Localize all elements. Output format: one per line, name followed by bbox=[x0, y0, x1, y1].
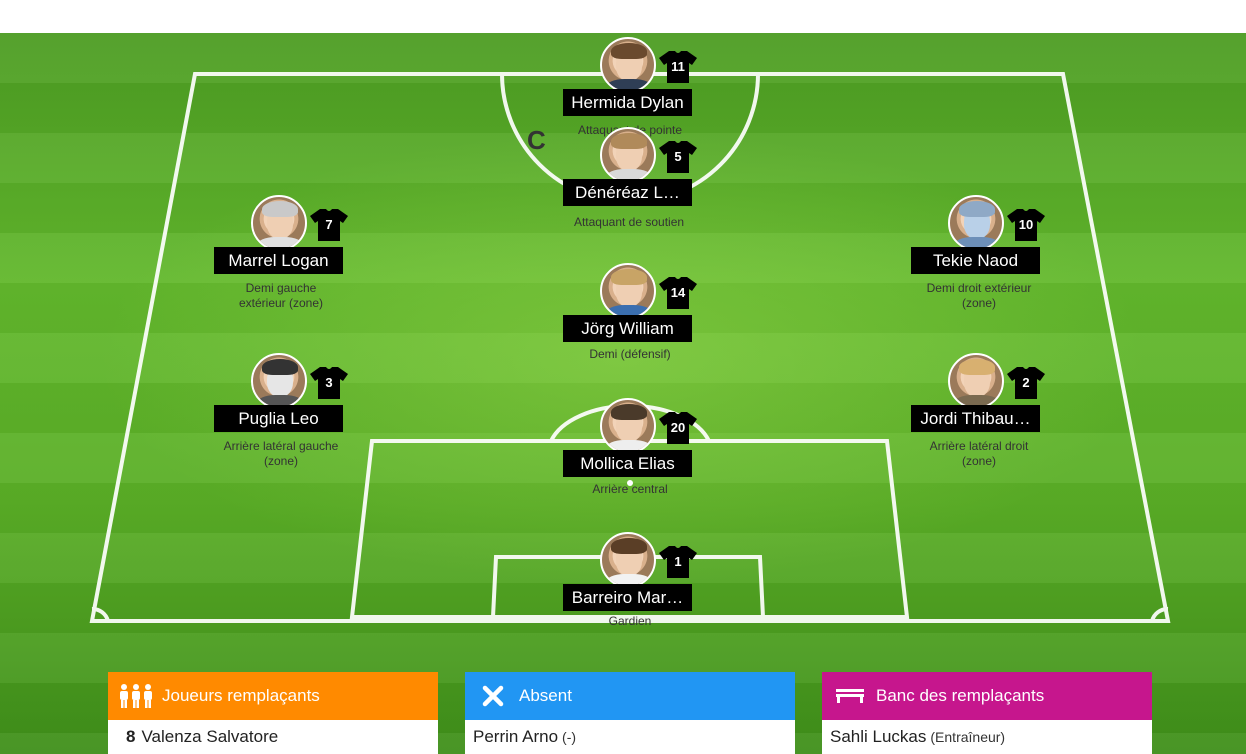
player-card[interactable]: 10 Tekie Naod Demi droit extérieur (zone… bbox=[911, 195, 1051, 310]
player-position: Arrière latéral gauche (zone) bbox=[223, 439, 339, 468]
jersey-icon: 3 bbox=[310, 365, 348, 399]
player-photo bbox=[251, 353, 307, 409]
player-position: Demi (défensif) bbox=[589, 347, 671, 361]
jersey-icon: 1 bbox=[659, 544, 697, 578]
player-position: Gardien bbox=[608, 614, 652, 628]
football-pitch: 11 Hermida Dylan Attaquant de pointe C 5… bbox=[0, 33, 1246, 754]
jersey-number: 10 bbox=[1018, 217, 1034, 232]
bench-title: Banc des remplaçants bbox=[876, 686, 1045, 705]
jersey-number: 14 bbox=[670, 285, 686, 300]
close-icon bbox=[475, 683, 511, 709]
jersey-number: 2 bbox=[1022, 375, 1030, 390]
player-position: Attaquant de soutien bbox=[573, 215, 685, 229]
bench-panel: Banc des remplaçants Sahli Luckas (Entraî… bbox=[822, 672, 1152, 754]
jersey-icon: 10 bbox=[1007, 207, 1045, 241]
jersey-icon: 2 bbox=[1007, 365, 1045, 399]
jersey-number: 7 bbox=[325, 217, 333, 232]
absent-panel: Absent Perrin Arno (-) bbox=[465, 672, 795, 754]
player-photo bbox=[600, 263, 656, 319]
player-name: Hermida Dylan bbox=[563, 89, 692, 116]
player-card[interactable]: C 5 Dénéréaz L… Attaquant de soutien bbox=[527, 125, 703, 237]
player-photo bbox=[600, 127, 656, 183]
bench-icon bbox=[832, 683, 868, 709]
top-bar bbox=[0, 0, 1246, 33]
player-photo bbox=[600, 37, 656, 93]
player-card[interactable]: 20 Mollica Elias Arrière central bbox=[563, 398, 703, 508]
player-card[interactable]: 2 Jordi Thibau… Arrière latéral droit (z… bbox=[911, 353, 1051, 468]
player-card[interactable]: 14 Jörg William Demi (défensif) bbox=[563, 263, 703, 373]
list-item[interactable]: Sahli Luckas (Entraîneur) bbox=[822, 720, 1152, 754]
group-icon bbox=[118, 683, 154, 709]
player-photo bbox=[600, 398, 656, 454]
substitutes-panel: Joueurs remplaçants 8 Valenza Salvatore bbox=[108, 672, 438, 754]
player-position: Demi gauche extérieur (zone) bbox=[238, 281, 324, 310]
substitute-name: Valenza Salvatore bbox=[141, 727, 279, 746]
player-card[interactable]: 7 Marrel Logan Demi gauche extérieur (zo… bbox=[214, 195, 354, 310]
captain-badge: C bbox=[527, 125, 546, 155]
list-item[interactable]: Perrin Arno (-) bbox=[465, 720, 795, 754]
player-position: Demi droit extérieur (zone) bbox=[926, 281, 1032, 310]
jersey-number: 11 bbox=[671, 59, 685, 74]
absent-note: (-) bbox=[562, 729, 577, 745]
jersey-icon: 20 bbox=[659, 410, 697, 444]
player-card[interactable]: 3 Puglia Leo Arrière latéral gauche (zon… bbox=[214, 353, 354, 468]
player-name: Puglia Leo bbox=[214, 405, 343, 432]
substitutes-title: Joueurs remplaçants bbox=[162, 686, 320, 705]
player-photo bbox=[948, 195, 1004, 251]
bench-note: (Entraîneur) bbox=[930, 729, 1006, 745]
list-item[interactable]: 8 Valenza Salvatore bbox=[108, 720, 438, 754]
bench-header[interactable]: Banc des remplaçants bbox=[822, 672, 1152, 720]
jersey-icon: 11 bbox=[659, 49, 697, 83]
jersey-number: 5 bbox=[674, 149, 682, 164]
jersey-icon: 7 bbox=[310, 207, 348, 241]
absent-title: Absent bbox=[519, 686, 572, 705]
absent-name: Perrin Arno bbox=[473, 727, 559, 746]
jersey-number: 3 bbox=[325, 375, 333, 390]
player-name: Mollica Elias bbox=[563, 450, 692, 477]
player-name: Barreiro Mar… bbox=[563, 584, 692, 611]
player-photo bbox=[948, 353, 1004, 409]
jersey-icon: 14 bbox=[659, 275, 697, 309]
player-name: Jordi Thibau… bbox=[911, 405, 1040, 432]
player-name: Jörg William bbox=[563, 315, 692, 342]
substitute-number: 8 bbox=[126, 727, 136, 746]
bench-name: Sahli Luckas bbox=[830, 727, 927, 746]
player-photo bbox=[600, 532, 656, 588]
player-name: Marrel Logan bbox=[214, 247, 343, 274]
substitutes-header[interactable]: Joueurs remplaçants bbox=[108, 672, 438, 720]
player-photo bbox=[251, 195, 307, 251]
player-position: Arrière latéral droit (zone) bbox=[929, 439, 1029, 468]
player-card[interactable]: 1 Barreiro Mar… Gardien bbox=[563, 532, 703, 642]
player-name: Dénéréaz L… bbox=[563, 179, 692, 206]
absent-header[interactable]: Absent bbox=[465, 672, 795, 720]
player-name: Tekie Naod bbox=[911, 247, 1040, 274]
jersey-number: 1 bbox=[674, 554, 682, 569]
jersey-number: 20 bbox=[670, 420, 686, 435]
player-position: Arrière central bbox=[592, 482, 668, 496]
jersey-icon: 5 bbox=[659, 139, 697, 173]
